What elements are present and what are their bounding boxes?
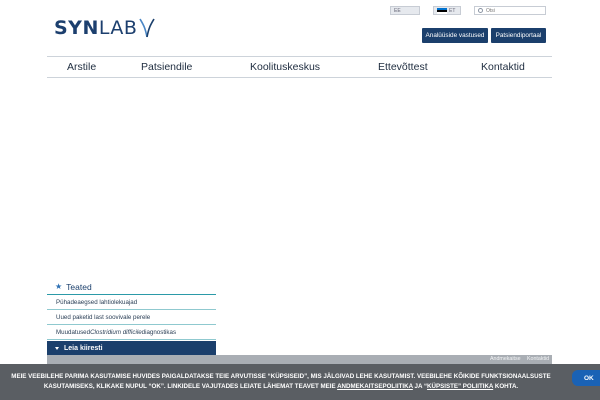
quick-find-toggle[interactable]: Leia kiiresti <box>47 341 216 356</box>
patient-portal-button[interactable]: Patsiendiportaal <box>491 28 546 43</box>
cookie-policy-link[interactable]: KÜPSISTE” POLIITIKA <box>427 383 493 390</box>
language-selector[interactable]: ET <box>433 6 461 15</box>
notices-header: ★ Teated <box>47 279 216 295</box>
search-icon[interactable] <box>478 8 483 13</box>
footer-bar: Andmekaitse Kontaktid <box>47 355 552 364</box>
cookie-ok-button[interactable]: OK <box>572 370 600 386</box>
cookie-banner: MEIE VEEBILEHE PARIMA KASUTAMISE HUVIDES… <box>0 364 600 400</box>
notice-item[interactable]: Muudatused Clostridium difficile diagnos… <box>47 325 216 340</box>
quick-find-label: Leia kiiresti <box>64 345 103 352</box>
footer-link-contact[interactable]: Kontaktid <box>527 356 549 362</box>
cookie-message: MEIE VEEBILEHE PARIMA KASUTAMISE HUVIDES… <box>11 373 551 390</box>
page: SYNLAB EE ET Analüüside vastused Patsien… <box>0 0 600 400</box>
nav-item-kontaktid[interactable]: Kontaktid <box>481 61 525 73</box>
nav-item-arstile[interactable]: Arstile <box>67 61 96 73</box>
analysis-results-button[interactable]: Analüüside vastused <box>422 28 488 43</box>
nav-item-patsiendile[interactable]: Patsiendile <box>141 61 192 73</box>
accessibility-selector[interactable]: EE <box>390 6 420 15</box>
nav-item-ettevottest[interactable]: Ettevõttest <box>378 61 428 73</box>
notices-title: Teated <box>66 281 92 292</box>
footer-link-privacy[interactable]: Andmekaitse <box>490 356 521 362</box>
star-icon: ★ <box>55 282 63 291</box>
notice-item[interactable]: Uued paketid last soovivale perele <box>47 310 216 325</box>
estonian-flag-icon <box>437 7 447 14</box>
main-nav: Arstile Patsiendile Koolituskeskus Ettev… <box>47 56 552 78</box>
notice-item[interactable]: Pühadeaegsed lahtiolekuajad <box>47 295 216 310</box>
accessibility-label: EE <box>394 7 401 14</box>
search-box <box>474 6 546 15</box>
chevron-down-icon <box>55 347 59 350</box>
privacy-policy-link[interactable]: ANDMEKAITSEPOLIITIKA <box>337 383 413 390</box>
synlab-logo[interactable]: SYNLAB <box>54 16 156 40</box>
nav-item-koolituskeskus[interactable]: Koolituskeskus <box>250 61 320 73</box>
notices-panel: ★ Teated Pühadeaegsed lahtiolekuajad Uue… <box>47 279 216 340</box>
logo-wordmark: SYNLAB <box>54 16 138 39</box>
language-label: ET <box>449 7 456 14</box>
search-input[interactable] <box>486 7 544 14</box>
logo-mark-icon <box>139 18 156 38</box>
